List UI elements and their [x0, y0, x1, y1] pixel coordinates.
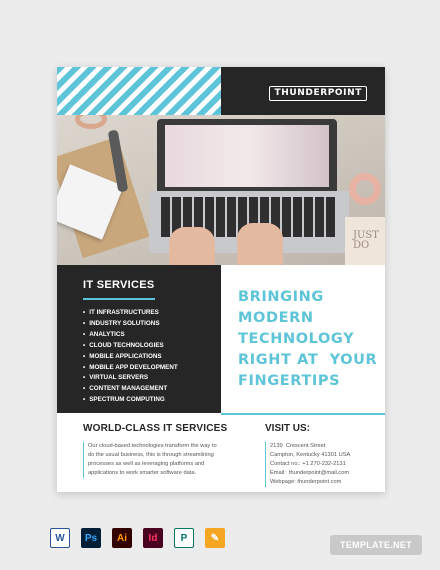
tape-roll	[75, 115, 107, 129]
striped-banner	[57, 67, 221, 115]
indesign-icon-label: Id	[148, 532, 158, 544]
word-icon[interactable]: W	[50, 528, 70, 548]
brand-logo: THUNDERPOINT	[269, 86, 367, 101]
world-class-section: WORLD-CLASS IT SERVICES Our cloud-based …	[83, 423, 233, 478]
service-item: CLOUD TECHNOLOGIES	[83, 341, 221, 352]
contact-line: Contact no.: +1 270-232-2131	[270, 461, 346, 467]
headline: BRINGING MODERN TECHNOLOGY RIGHT AT YOUR…	[238, 287, 378, 392]
service-item: VIRTUAL SERVERS	[83, 373, 221, 384]
hero-photo: JUST DO	[57, 115, 385, 265]
indesign-icon[interactable]: Id	[143, 528, 163, 548]
publisher-icon[interactable]: P	[174, 528, 194, 548]
accent-divider	[221, 413, 385, 415]
world-accent-bar	[83, 442, 84, 478]
service-item: INDUSTRY SOLUTIONS	[83, 319, 221, 330]
services-panel: IT SERVICES IT INFRASTRUCTURES INDUSTRY …	[57, 265, 221, 413]
service-item: MOBILE APPLICATIONS	[83, 352, 221, 363]
just-do-card: JUST DO	[345, 217, 385, 265]
publisher-icon-label: P	[180, 532, 188, 544]
service-item: CONTENT MANAGEMENT	[83, 384, 221, 395]
pages-icon[interactable]: ✎	[205, 528, 225, 548]
templatenet-watermark[interactable]: TEMPLATE.NET	[330, 535, 422, 555]
visit-section: VISIT US: 2139 Crescent Street Campton, …	[265, 423, 375, 487]
laptop-screen	[157, 119, 337, 191]
webpage-line: Webpage: thunderpoint.com	[270, 479, 342, 485]
brand-bar: THUNDERPOINT	[221, 67, 385, 115]
world-title: WORLD-CLASS IT SERVICES	[83, 423, 228, 434]
visit-title: VISIT US:	[265, 423, 311, 434]
card-text: JUST DO	[353, 230, 379, 251]
email-line: Email: thunderpoint@mail.com	[270, 470, 350, 476]
services-rule	[83, 298, 155, 300]
headline-line: FINGERTIPS	[238, 373, 341, 389]
services-list: IT INFRASTRUCTURES INDUSTRY SOLUTIONS AN…	[83, 308, 221, 406]
headline-line: RIGHT AT YOUR	[238, 352, 378, 368]
flyer: THUNDERPOINT JUST DO IT SERVICES IT INFR…	[57, 67, 385, 492]
headline-line: MODERN	[238, 310, 314, 326]
right-hand	[237, 223, 283, 265]
photoshop-icon[interactable]: Ps	[81, 528, 101, 548]
photoshop-icon-label: Ps	[84, 532, 98, 544]
city-line: Campton, Kentucky 41301 USA	[270, 452, 351, 458]
illustrator-icon[interactable]: Ai	[112, 528, 132, 548]
app-icon-row: W Ps Ai Id P ✎	[50, 528, 225, 548]
headline-line: TECHNOLOGY	[238, 331, 355, 347]
word-icon-label: W	[55, 532, 65, 544]
left-hand	[169, 227, 215, 265]
pages-icon-label: ✎	[210, 532, 220, 544]
world-body: Our cloud-based technologies transform t…	[88, 443, 217, 476]
address-line: 2139 Crescent Street	[270, 443, 326, 449]
service-item: IT INFRASTRUCTURES	[83, 308, 221, 319]
washi-tape	[349, 173, 381, 205]
visit-accent-bar	[265, 442, 266, 487]
headline-line: BRINGING	[238, 289, 324, 305]
illustrator-icon-label: Ai	[117, 532, 127, 544]
service-item: SPECTRUM COMPUTING	[83, 395, 221, 406]
services-title: IT SERVICES	[83, 279, 155, 291]
service-item: ANALYTICS	[83, 330, 221, 341]
service-item: MOBILE APP DEVELOPMENT	[83, 363, 221, 374]
